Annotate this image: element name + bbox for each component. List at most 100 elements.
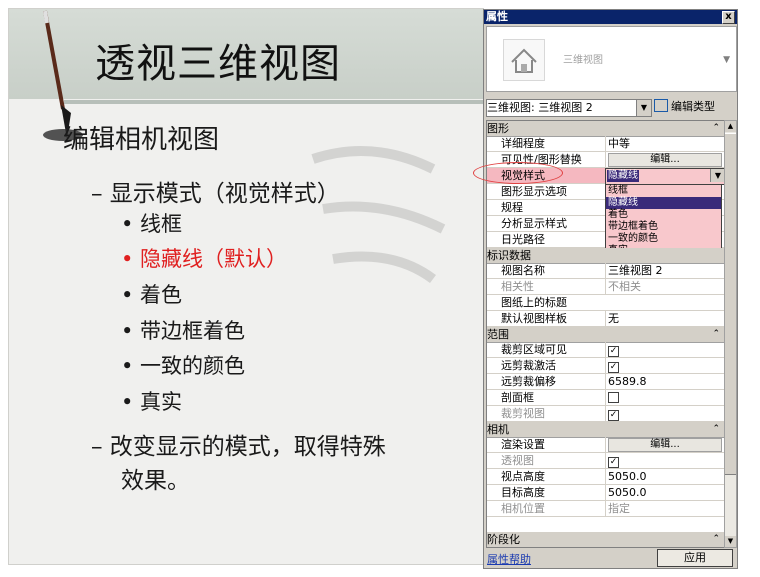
section-label: 标识数据 [487, 249, 531, 262]
section-graphics[interactable]: 图形 ⌃ [487, 121, 724, 137]
prop-value: 无 [605, 311, 724, 326]
prop-label: 远剪裁激活 [501, 359, 556, 372]
bullet-level3: • 线框 [121, 212, 183, 236]
prop-label: 渲染设置 [501, 438, 545, 451]
section-label: 相机 [487, 423, 509, 436]
prop-label: 相关性 [501, 280, 534, 293]
edit-type-button[interactable]: 编辑类型 [654, 99, 715, 115]
edit-type-label: 编辑类型 [671, 100, 715, 113]
type-name: 三维视图 [563, 55, 603, 66]
bullet-level2: – 显示模式（视觉样式） [91, 181, 340, 207]
row-view-name[interactable]: 视图名称 三维视图 2 [487, 263, 724, 279]
row-camera-position: 相机位置 指定 [487, 501, 724, 517]
section-phasing[interactable]: 阶段化 ⌃ [487, 532, 724, 547]
row-far-clip-active: 远剪裁激活 ✓ [487, 358, 724, 374]
combo-value: 隐藏线 [607, 170, 639, 182]
view-instance-select[interactable]: 三维视图: 三维视图 2 ▼ [486, 99, 652, 117]
crop-visible-checkbox[interactable]: ✓ [608, 346, 619, 357]
bullet-level3: • 着色 [121, 283, 183, 307]
section-extents[interactable]: 范围 ⌃ [487, 327, 724, 343]
prop-label: 默认视图样板 [501, 312, 567, 325]
row-default-template[interactable]: 默认视图样板 无 [487, 311, 724, 327]
collapse-icon: ⌃ [712, 123, 720, 133]
close-button[interactable]: x [722, 11, 735, 24]
prop-label: 分析显示样式 [501, 217, 567, 230]
prop-label: 目标高度 [501, 486, 545, 499]
bullet-level3: • 真实 [121, 390, 183, 414]
prop-label: 剖面框 [501, 391, 534, 404]
highlight-ellipse [473, 162, 563, 184]
option-consistent-colors[interactable]: 一致的颜色 [606, 233, 721, 245]
scroll-up-icon[interactable]: ▲ [725, 121, 736, 132]
section-box-checkbox[interactable] [608, 392, 619, 403]
row-target-elevation[interactable]: 目标高度 5050.0 [487, 485, 724, 501]
house-icon [503, 39, 545, 81]
row-eye-elevation[interactable]: 视点高度 5050.0 [487, 469, 724, 485]
chevron-down-icon: ▼ [636, 100, 651, 116]
chevron-down-icon: ▼ [710, 169, 724, 182]
title-divider [64, 100, 483, 104]
prop-value: 6589.8 [605, 374, 724, 389]
grid-scrollbar[interactable]: ▲ ▼ [724, 120, 737, 548]
edit-vg-button[interactable]: 编辑... [608, 153, 722, 167]
panel-footer: 属性帮助 应用 [484, 548, 737, 568]
section-identity[interactable]: 标识数据 [487, 248, 724, 264]
option-shaded-edges[interactable]: 带边框着色 [606, 221, 721, 233]
row-dependency: 相关性 不相关 [487, 279, 724, 295]
far-clip-checkbox[interactable]: ✓ [608, 362, 619, 373]
apply-button[interactable]: 应用 [657, 549, 733, 567]
section-label: 阶段化 [487, 533, 520, 546]
row-perspective: 透视图 ✓ [487, 453, 724, 469]
section-camera[interactable]: 相机 ⌃ [487, 422, 724, 438]
edit-type-icon [654, 99, 668, 112]
prop-value: ✓ [605, 342, 724, 357]
collapse-icon: ⌃ [712, 424, 720, 434]
prop-label: 裁剪视图 [501, 407, 545, 420]
panel-titlebar: 属性 x [484, 10, 737, 24]
collapse-icon: ⌃ [712, 534, 720, 544]
bullet-level3-highlight: • 隐藏线（默认） [121, 247, 288, 271]
option-shaded[interactable]: 着色 [606, 209, 721, 221]
option-wireframe[interactable]: 线框 [606, 185, 721, 197]
prop-value: 5050.0 [605, 469, 724, 484]
bullet-level2-continued: 效果。 [121, 468, 190, 494]
prop-value: 编辑... [605, 152, 724, 167]
prop-label: 日光路径 [501, 233, 545, 246]
prop-value: 指定 [605, 501, 724, 516]
slide-title: 透视三维视图 [95, 41, 341, 87]
section-label: 范围 [487, 328, 509, 341]
properties-panel: 属性 x 三维视图 ▼ 三维视图: 三维视图 2 ▼ 编辑类型 图形 ⌃ 详细程度… [483, 9, 738, 569]
type-selector[interactable]: 三维视图 ▼ [486, 26, 737, 92]
properties-help-link[interactable]: 属性帮助 [487, 551, 531, 567]
edit-render-button[interactable]: 编辑... [608, 438, 722, 452]
prop-label: 透视图 [501, 454, 534, 467]
row-section-box: 剖面框 [487, 390, 724, 406]
section-label: 图形 [487, 122, 509, 135]
bullet-level3: • 一致的颜色 [121, 354, 246, 378]
prop-label: 视图名称 [501, 264, 545, 277]
ink-decoration-icon [311, 146, 446, 284]
prop-value: 不相关 [605, 279, 724, 294]
prop-value: 编辑... [605, 437, 724, 452]
collapse-icon: ⌃ [712, 329, 720, 339]
crop-view-checkbox: ✓ [608, 410, 619, 421]
visual-style-combo[interactable]: 隐藏线 ▼ [605, 168, 724, 185]
row-detail-level[interactable]: 详细程度 中等 [487, 136, 724, 152]
scroll-thumb[interactable] [725, 133, 736, 475]
option-hidden-line[interactable]: 隐藏线 [606, 197, 721, 209]
panel-title: 属性 [486, 10, 508, 23]
prop-value: 5050.0 [605, 485, 724, 500]
view-select-value: 三维视图: 三维视图 2 [487, 101, 593, 114]
perspective-checkbox: ✓ [608, 457, 619, 468]
bullet-level3: • 带边框着色 [121, 319, 246, 343]
prop-label: 相机位置 [501, 502, 545, 515]
prop-label: 规程 [501, 201, 523, 214]
prop-label: 远剪裁偏移 [501, 375, 556, 388]
prop-value [605, 390, 724, 405]
prop-label: 图形显示选项 [501, 185, 567, 198]
prop-value: ✓ [605, 358, 724, 373]
prop-label: 裁剪区域可见 [501, 343, 567, 356]
scroll-down-icon[interactable]: ▼ [725, 536, 736, 547]
row-title-on-sheet[interactable]: 图纸上的标题 [487, 295, 724, 311]
row-far-clip-offset[interactable]: 远剪裁偏移 6589.8 [487, 374, 724, 390]
